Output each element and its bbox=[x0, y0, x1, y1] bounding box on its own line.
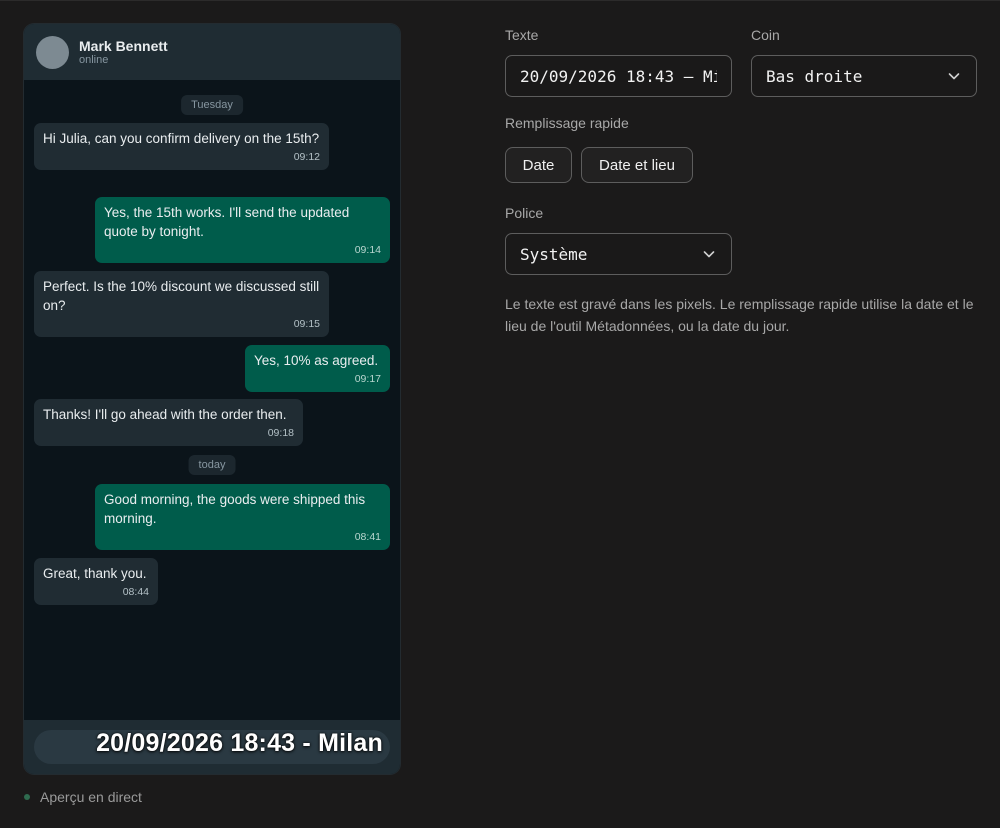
message-text: Good morning, the goods were shipped thi… bbox=[104, 492, 366, 526]
quickfill-label: Remplissage rapide bbox=[505, 115, 629, 131]
chevron-down-icon bbox=[948, 73, 960, 80]
status-dot-icon bbox=[24, 794, 30, 800]
chat-header: Mark Bennett online bbox=[24, 24, 400, 80]
text-input[interactable]: 20/09/2026 18:43 – Milan bbox=[505, 55, 732, 97]
message-time: 09:17 bbox=[354, 373, 381, 385]
message-time: 08:44 bbox=[122, 586, 149, 598]
live-preview-label: Aperçu en direct bbox=[40, 789, 142, 805]
contact-status: online bbox=[79, 53, 109, 66]
message-bubble: Yes, 10% as agreed. 09:17 bbox=[245, 345, 390, 392]
message-time: 09:14 bbox=[354, 244, 381, 256]
font-label: Police bbox=[505, 205, 544, 221]
day-chip: Tuesday bbox=[181, 95, 243, 115]
message-bubble: Yes, the 15th works. I'll send the updat… bbox=[95, 197, 390, 263]
message-time: 09:12 bbox=[293, 151, 320, 163]
font-select[interactable]: Système bbox=[505, 233, 732, 275]
message-bubble: Great, thank you. 08:44 bbox=[34, 558, 158, 605]
avatar bbox=[36, 35, 69, 69]
quickfill-date-button[interactable]: Date bbox=[505, 147, 572, 183]
text-input-value: 20/09/2026 18:43 – Milan bbox=[520, 66, 717, 86]
message-text: Perfect. Is the 10% discount we discusse… bbox=[43, 279, 320, 313]
stamp-overlay-text: 20/09/2026 18:43 - Milan bbox=[96, 729, 383, 757]
message-time: 09:15 bbox=[293, 318, 320, 330]
composer-bar: 20/09/2026 18:43 - Milan bbox=[24, 720, 400, 774]
message-text: Great, thank you. bbox=[43, 566, 147, 581]
message-bubble: Hi Julia, can you confirm delivery on th… bbox=[34, 123, 329, 170]
corner-select-value: Bas droite bbox=[766, 66, 863, 86]
corner-select[interactable]: Bas droite bbox=[751, 55, 977, 97]
message-time: 09:18 bbox=[267, 427, 294, 439]
top-border bbox=[0, 0, 1000, 1]
message-bubble: Good morning, the goods were shipped thi… bbox=[95, 484, 390, 550]
message-text: Yes, 10% as agreed. bbox=[254, 353, 379, 368]
font-select-value: Système bbox=[520, 244, 588, 264]
message-list: Tuesday Hi Julia, can you confirm delive… bbox=[24, 80, 400, 720]
message-text: Yes, the 15th works. I'll send the updat… bbox=[104, 205, 350, 239]
help-text: Le texte est gravé dans les pixels. Le r… bbox=[505, 296, 974, 334]
contact-name: Mark Bennett bbox=[79, 37, 168, 54]
message-bubble: Perfect. Is the 10% discount we discusse… bbox=[34, 271, 329, 337]
message-bubble: Thanks! I'll go ahead with the order the… bbox=[34, 399, 303, 446]
message-text: Hi Julia, can you confirm delivery on th… bbox=[43, 131, 320, 146]
live-preview: Mark Bennett online Tuesday Hi Julia, ca… bbox=[24, 24, 400, 774]
quickfill-date-place-button[interactable]: Date et lieu bbox=[581, 147, 693, 183]
day-chip: today bbox=[188, 455, 236, 475]
corner-label: Coin bbox=[751, 27, 780, 43]
message-time: 08:41 bbox=[354, 531, 381, 543]
text-label: Texte bbox=[505, 27, 539, 43]
message-text: Thanks! I'll go ahead with the order the… bbox=[43, 407, 287, 422]
live-preview-indicator: Aperçu en direct bbox=[24, 789, 142, 805]
chevron-down-icon bbox=[703, 251, 715, 258]
